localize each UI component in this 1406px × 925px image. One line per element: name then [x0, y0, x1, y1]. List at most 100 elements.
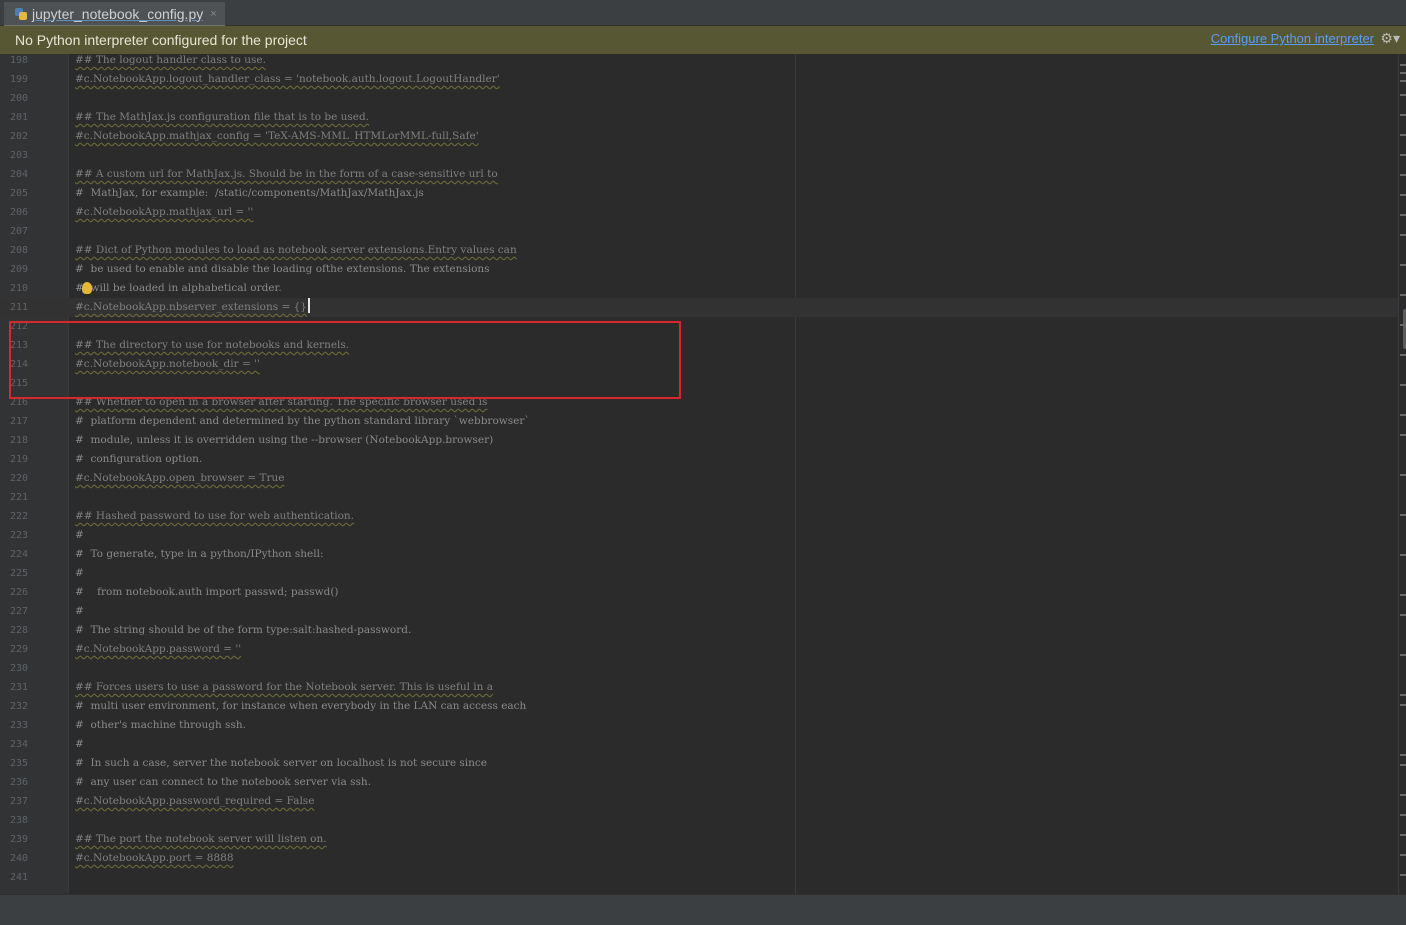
- code-line[interactable]: 238: [0, 811, 1398, 830]
- scrollbar-marker[interactable]: [1400, 80, 1406, 82]
- scrollbar-marker[interactable]: [1400, 154, 1406, 156]
- file-tab[interactable]: jupyter_notebook_config.py ×: [4, 2, 225, 27]
- code-line[interactable]: 222 ## Hashed password to use for web aut…: [0, 507, 1398, 526]
- gear-icon[interactable]: ⚙▾: [1380, 30, 1400, 47]
- code-line[interactable]: 202 #c.NotebookApp.mathjax_config = 'TeX-…: [0, 127, 1398, 146]
- scrollbar-marker[interactable]: [1400, 654, 1406, 656]
- scrollbar-marker[interactable]: [1400, 754, 1406, 756]
- scrollbar-marker[interactable]: [1400, 514, 1406, 516]
- code-line[interactable]: 211 #c.NotebookApp.nbserver_extensions = …: [0, 298, 1398, 317]
- code-text: #: [75, 529, 84, 541]
- scrollbar-marker[interactable]: [1400, 594, 1406, 596]
- code-line[interactable]: 210 # will be loaded in alphabetical orde…: [0, 279, 1398, 298]
- scrollbar-marker[interactable]: [1400, 794, 1406, 796]
- code-line[interactable]: 207: [0, 222, 1398, 241]
- code-line[interactable]: 200: [0, 89, 1398, 108]
- line-number: 211: [9, 302, 28, 313]
- code-text: # To generate, type in a python/IPython …: [75, 548, 324, 560]
- code-line[interactable]: 233 # other's machine through ssh.: [0, 716, 1398, 735]
- scrollbar-marker[interactable]: [1400, 554, 1406, 556]
- code-text: # from notebook.auth import passwd; pass…: [75, 586, 339, 598]
- line-number: 208: [9, 245, 28, 256]
- scrollbar-marker[interactable]: [1400, 874, 1406, 876]
- scrollbar-marker[interactable]: [1400, 384, 1406, 386]
- scrollbar-marker[interactable]: [1400, 474, 1406, 476]
- error-stripe-scrollbar[interactable]: [1398, 54, 1406, 894]
- scrollbar-marker[interactable]: [1400, 694, 1406, 696]
- scrollbar-marker[interactable]: [1400, 114, 1406, 116]
- code-line[interactable]: 230: [0, 659, 1398, 678]
- code-line[interactable]: 206 #c.NotebookApp.mathjax_url = '': [0, 203, 1398, 222]
- code-line[interactable]: 227 #: [0, 602, 1398, 621]
- scrollbar-marker[interactable]: [1400, 234, 1406, 236]
- code-line[interactable]: 229 #c.NotebookApp.password = '': [0, 640, 1398, 659]
- scrollbar-marker[interactable]: [1400, 704, 1406, 706]
- code-line[interactable]: 237 #c.NotebookApp.password_required = Fa…: [0, 792, 1398, 811]
- code-line[interactable]: 209 # be used to enable and disable the l…: [0, 260, 1398, 279]
- scrollbar-marker[interactable]: [1400, 72, 1406, 74]
- status-bar: [0, 894, 1406, 925]
- code-line[interactable]: 220 #c.NotebookApp.open_browser = True: [0, 469, 1398, 488]
- scrollbar-marker[interactable]: [1400, 354, 1406, 356]
- line-number: 238: [9, 815, 28, 826]
- code-line[interactable]: 236 # any user can connect to the noteboo…: [0, 773, 1398, 792]
- code-line[interactable]: 219 # configuration option.: [0, 450, 1398, 469]
- line-number: 206: [9, 207, 28, 218]
- scrollbar-marker[interactable]: [1400, 194, 1406, 196]
- lightbulb-icon[interactable]: [82, 282, 92, 294]
- code-line[interactable]: 208 ## Dict of Python modules to load as …: [0, 241, 1398, 260]
- line-number: 226: [9, 587, 28, 598]
- line-number: 223: [9, 530, 28, 541]
- code-line[interactable]: 218 # module, unless it is overridden usi…: [0, 431, 1398, 450]
- line-number: 198: [9, 55, 28, 66]
- code-line[interactable]: 217 # platform dependent and determined b…: [0, 412, 1398, 431]
- scrollbar-marker[interactable]: [1400, 174, 1406, 176]
- scrollbar-marker[interactable]: [1400, 834, 1406, 836]
- scrollbar-marker[interactable]: [1400, 214, 1406, 216]
- code-line[interactable]: 204 ## A custom url for MathJax.js. Shoul…: [0, 165, 1398, 184]
- line-number: 199: [9, 74, 28, 85]
- code-line[interactable]: 199 #c.NotebookApp.logout_handler_class =…: [0, 70, 1398, 89]
- line-number: 224: [9, 549, 28, 560]
- line-number: 221: [9, 492, 28, 503]
- python-file-icon: [14, 7, 28, 21]
- code-text: # other's machine through ssh.: [75, 719, 246, 731]
- scrollbar-marker[interactable]: [1400, 324, 1406, 326]
- close-tab-icon[interactable]: ×: [210, 8, 216, 20]
- scrollbar-marker[interactable]: [1400, 814, 1406, 816]
- scrollbar-marker[interactable]: [1400, 764, 1406, 766]
- code-line[interactable]: 225 #: [0, 564, 1398, 583]
- scrollbar-marker[interactable]: [1400, 294, 1406, 296]
- scrollbar-marker[interactable]: [1400, 854, 1406, 856]
- code-line[interactable]: 203: [0, 146, 1398, 165]
- code-line[interactable]: 234 #: [0, 735, 1398, 754]
- code-line[interactable]: 232 # multi user environment, for instanc…: [0, 697, 1398, 716]
- code-line[interactable]: 235 # In such a case, server the notebook…: [0, 754, 1398, 773]
- code-line[interactable]: 221: [0, 488, 1398, 507]
- scrollbar-marker[interactable]: [1400, 414, 1406, 416]
- code-line[interactable]: 223 #: [0, 526, 1398, 545]
- line-number: 239: [9, 834, 28, 845]
- code-line[interactable]: 224 # To generate, type in a python/IPyth…: [0, 545, 1398, 564]
- annotation-highlight-box: [9, 321, 681, 399]
- scrollbar-marker[interactable]: [1400, 264, 1406, 266]
- scrollbar-marker[interactable]: [1400, 64, 1406, 66]
- code-editor[interactable]: 198 ## The logout handler class to use. 19…: [0, 54, 1398, 894]
- code-line[interactable]: 240 #c.NotebookApp.port = 8888: [0, 849, 1398, 868]
- code-line[interactable]: 228 # The string should be of the form ty…: [0, 621, 1398, 640]
- code-line[interactable]: 226 # from notebook.auth import passwd; p…: [0, 583, 1398, 602]
- code-line[interactable]: 239 ## The port the notebook server will …: [0, 830, 1398, 849]
- code-line[interactable]: 205 # MathJax, for example: /static/compo…: [0, 184, 1398, 203]
- code-line[interactable]: 201 ## The MathJax.js configuration file …: [0, 108, 1398, 127]
- scrollbar-marker[interactable]: [1400, 614, 1406, 616]
- line-number: 228: [9, 625, 28, 636]
- scrollbar-marker[interactable]: [1400, 134, 1406, 136]
- code-line[interactable]: 198 ## The logout handler class to use.: [0, 54, 1398, 70]
- scrollbar-marker[interactable]: [1400, 94, 1406, 96]
- scrollbar-marker[interactable]: [1400, 434, 1406, 436]
- code-text: # will be loaded in alphabetical order.: [75, 282, 282, 294]
- code-line[interactable]: 241: [0, 868, 1398, 887]
- configure-interpreter-link[interactable]: Configure Python interpreter: [1211, 31, 1374, 46]
- code-text: #c.NotebookApp.logout_handler_class = 'n…: [75, 73, 500, 85]
- code-line[interactable]: 231 ## Forces users to use a password for…: [0, 678, 1398, 697]
